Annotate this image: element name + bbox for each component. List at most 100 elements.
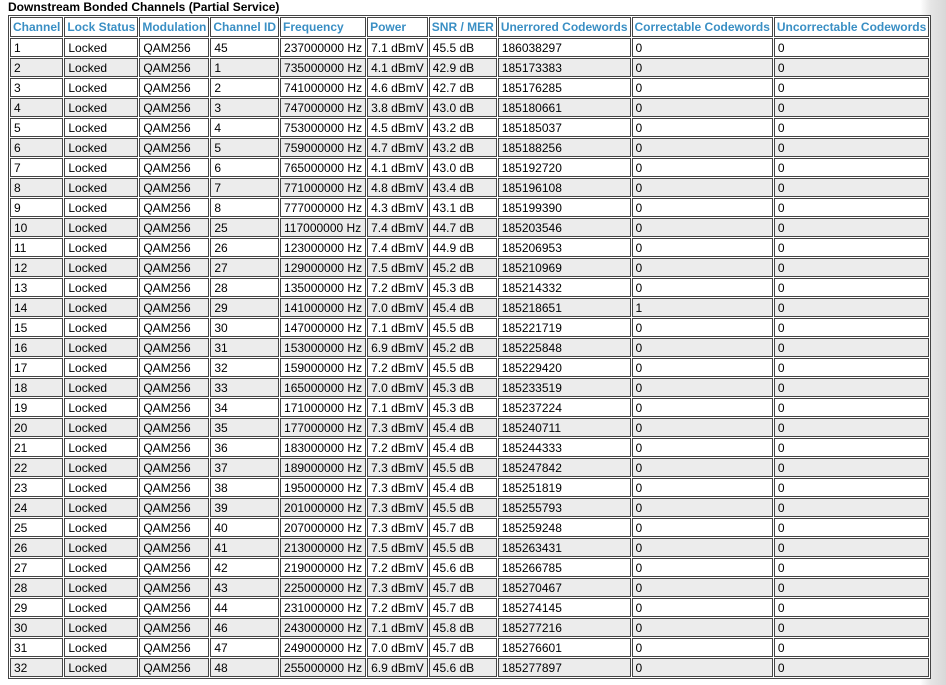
cell-modulation: QAM256 <box>139 278 210 297</box>
cell-channel-id: 6 <box>210 158 280 177</box>
cell-modulation: QAM256 <box>139 98 210 117</box>
table-row: 32 Locked QAM256 48 255000000 Hz 6.9 dBmV 45.6… <box>10 658 930 677</box>
cell-lock-status: Locked <box>64 258 139 277</box>
cell-power: 4.8 dBmV <box>367 178 428 197</box>
cell-modulation: QAM256 <box>139 418 210 437</box>
table-row: 15 Locked QAM256 30 147000000 Hz 7.1 dBmV 45.5… <box>10 318 930 337</box>
cell-channel-id: 39 <box>210 498 280 517</box>
cell-snr-mer: 42.7 dB <box>428 78 497 97</box>
cell-uncorrectable: 0 <box>773 438 930 457</box>
cell-channel: 18 <box>10 378 64 397</box>
table-caption: Downstream Bonded Channels (Partial Serv… <box>8 0 280 14</box>
cell-power: 7.5 dBmV <box>367 258 428 277</box>
cell-modulation: QAM256 <box>139 658 210 677</box>
cell-modulation: QAM256 <box>139 438 210 457</box>
cell-channel: 16 <box>10 338 64 357</box>
cell-power: 7.3 dBmV <box>367 478 428 497</box>
cell-correctable: 0 <box>631 398 773 417</box>
cell-snr-mer: 45.3 dB <box>428 378 497 397</box>
cell-power: 7.3 dBmV <box>367 498 428 517</box>
header-snr-mer: SNR / MER <box>428 17 497 37</box>
cell-unerrored: 185247842 <box>497 458 631 477</box>
cell-power: 7.4 dBmV <box>367 238 428 257</box>
cell-unerrored: 185188256 <box>497 138 631 157</box>
cell-frequency: 147000000 Hz <box>280 318 367 337</box>
cell-channel-id: 37 <box>210 458 280 477</box>
cell-snr-mer: 45.7 dB <box>428 638 497 657</box>
cell-power: 7.2 dBmV <box>367 558 428 577</box>
cell-power: 7.0 dBmV <box>367 638 428 657</box>
cell-correctable: 0 <box>631 238 773 257</box>
cell-channel-id: 36 <box>210 438 280 457</box>
cell-unerrored: 185214332 <box>497 278 631 297</box>
cell-channel: 2 <box>10 58 64 77</box>
cell-power: 7.1 dBmV <box>367 398 428 417</box>
cell-snr-mer: 45.5 dB <box>428 38 497 57</box>
cell-snr-mer: 45.2 dB <box>428 258 497 277</box>
cell-uncorrectable: 0 <box>773 298 930 317</box>
cell-lock-status: Locked <box>64 438 139 457</box>
table-row: 24 Locked QAM256 39 201000000 Hz 7.3 dBmV 45.5… <box>10 498 930 517</box>
cell-unerrored: 185251819 <box>497 478 631 497</box>
downstream-channels-table: Channel Lock Status Modulation Channel I… <box>8 15 932 679</box>
cell-snr-mer: 45.5 dB <box>428 538 497 557</box>
cell-frequency: 195000000 Hz <box>280 478 367 497</box>
table-row: 11 Locked QAM256 26 123000000 Hz 7.4 dBmV 44.9… <box>10 238 930 257</box>
cell-unerrored: 185199390 <box>497 198 631 217</box>
cell-snr-mer: 45.8 dB <box>428 618 497 637</box>
cell-modulation: QAM256 <box>139 258 210 277</box>
cell-modulation: QAM256 <box>139 118 210 137</box>
table-row: 5 Locked QAM256 4 753000000 Hz 4.5 dBmV 43.2 d… <box>10 118 930 137</box>
cell-channel-id: 5 <box>210 138 280 157</box>
table-row: 19 Locked QAM256 34 171000000 Hz 7.1 dBmV 45.3… <box>10 398 930 417</box>
cell-frequency: 141000000 Hz <box>280 298 367 317</box>
cell-correctable: 0 <box>631 598 773 617</box>
cell-lock-status: Locked <box>64 378 139 397</box>
cell-power: 7.3 dBmV <box>367 578 428 597</box>
table-row: 3 Locked QAM256 2 741000000 Hz 4.6 dBmV 42.7 d… <box>10 78 930 97</box>
cell-channel: 31 <box>10 638 64 657</box>
cell-lock-status: Locked <box>64 338 139 357</box>
cell-lock-status: Locked <box>64 78 139 97</box>
cell-snr-mer: 45.6 dB <box>428 558 497 577</box>
cell-channel: 11 <box>10 238 64 257</box>
cell-power: 7.3 dBmV <box>367 518 428 537</box>
cell-power: 4.3 dBmV <box>367 198 428 217</box>
cell-frequency: 741000000 Hz <box>280 78 367 97</box>
cell-frequency: 771000000 Hz <box>280 178 367 197</box>
cell-unerrored: 185237224 <box>497 398 631 417</box>
cell-power: 7.4 dBmV <box>367 218 428 237</box>
cell-modulation: QAM256 <box>139 458 210 477</box>
cell-uncorrectable: 0 <box>773 558 930 577</box>
table-row: 27 Locked QAM256 42 219000000 Hz 7.2 dBmV 45.6… <box>10 558 930 577</box>
cell-power: 4.7 dBmV <box>367 138 428 157</box>
header-row: Channel Lock Status Modulation Channel I… <box>10 17 930 37</box>
cell-power: 7.2 dBmV <box>367 438 428 457</box>
cell-unerrored: 185203546 <box>497 218 631 237</box>
cell-snr-mer: 43.0 dB <box>428 98 497 117</box>
cell-snr-mer: 43.0 dB <box>428 158 497 177</box>
cell-uncorrectable: 0 <box>773 78 930 97</box>
cell-unerrored: 185259248 <box>497 518 631 537</box>
cell-frequency: 753000000 Hz <box>280 118 367 137</box>
cell-power: 7.2 dBmV <box>367 358 428 377</box>
table-row: 18 Locked QAM256 33 165000000 Hz 7.0 dBmV 45.3… <box>10 378 930 397</box>
cell-modulation: QAM256 <box>139 638 210 657</box>
cell-frequency: 201000000 Hz <box>280 498 367 517</box>
cell-correctable: 0 <box>631 458 773 477</box>
cell-uncorrectable: 0 <box>773 138 930 157</box>
cell-lock-status: Locked <box>64 298 139 317</box>
cell-modulation: QAM256 <box>139 378 210 397</box>
cell-channel-id: 29 <box>210 298 280 317</box>
cell-uncorrectable: 0 <box>773 658 930 677</box>
cell-snr-mer: 45.6 dB <box>428 658 497 677</box>
cell-channel-id: 42 <box>210 558 280 577</box>
cell-unerrored: 185218651 <box>497 298 631 317</box>
cell-correctable: 0 <box>631 158 773 177</box>
cell-modulation: QAM256 <box>139 218 210 237</box>
cell-lock-status: Locked <box>64 418 139 437</box>
cell-lock-status: Locked <box>64 218 139 237</box>
cell-frequency: 177000000 Hz <box>280 418 367 437</box>
cell-correctable: 0 <box>631 198 773 217</box>
cell-modulation: QAM256 <box>139 478 210 497</box>
